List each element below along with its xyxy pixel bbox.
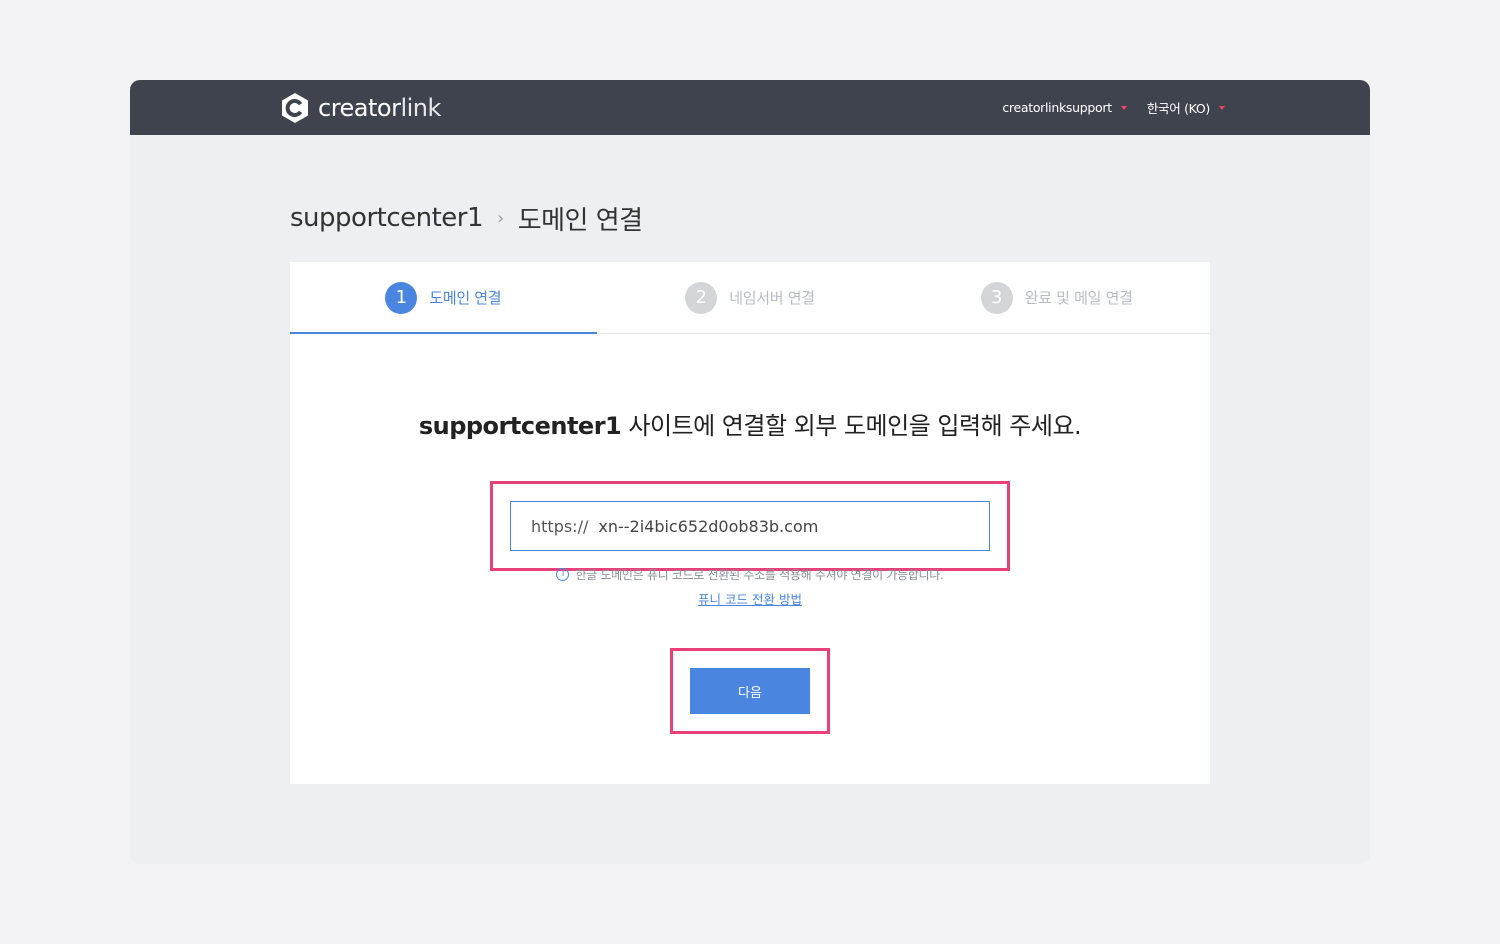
- step-tab-3[interactable]: 3 완료 및 메일 연결: [903, 262, 1210, 333]
- step-tabs: 1 도메인 연결 2 네임서버 연결 3 완료 및 메일 연결: [290, 262, 1210, 334]
- step-number-badge: 3: [980, 281, 1013, 314]
- step-tab-2[interactable]: 2 네임서버 연결: [597, 262, 904, 333]
- app-window: creatorlink creatorlinksupport 한국어 (KO) …: [130, 80, 1370, 864]
- info-icon: i: [556, 568, 570, 581]
- logo-text: creatorlink: [318, 94, 441, 122]
- instruction-heading: supportcenter1 사이트에 연결할 외부 도메인을 입력해 주세요.: [290, 406, 1210, 441]
- chevron-right-icon: ›: [497, 207, 504, 229]
- header-menus: creatorlinksupport 한국어 (KO): [1002, 80, 1225, 135]
- domain-input[interactable]: https:// xn--2i4bic652d0ob83b.com: [510, 501, 990, 551]
- breadcrumb: supportcenter1 › 도메인 연결: [290, 198, 643, 238]
- account-menu[interactable]: creatorlinksupport: [1002, 100, 1127, 115]
- language-label: 한국어 (KO): [1146, 101, 1210, 116]
- language-menu[interactable]: 한국어 (KO): [1147, 98, 1225, 117]
- step-number-badge: 2: [685, 281, 718, 314]
- punycode-notice: i 한글 도메인은 퓨니 코드로 전환된 주소를 적용해 주셔야 연결이 가능합…: [290, 566, 1210, 583]
- caret-down-icon: [1219, 105, 1225, 110]
- creatorlink-logo[interactable]: creatorlink: [280, 92, 441, 124]
- instruction-site-name: supportcenter1: [418, 412, 622, 440]
- notice-text: 한글 도메인은 퓨니 코드로 전환된 주소를 적용해 주셔야 연결이 가능합니다…: [575, 568, 944, 582]
- instruction-text: 사이트에 연결할 외부 도메인을 입력해 주세요.: [621, 412, 1082, 440]
- step-label: 완료 및 메일 연결: [1024, 289, 1133, 307]
- breadcrumb-site[interactable]: supportcenter1: [290, 203, 484, 233]
- page-title: 도메인 연결: [517, 205, 643, 236]
- caret-down-icon: [1120, 105, 1127, 110]
- step-label: 도메인 연결: [429, 289, 502, 307]
- step-tab-1[interactable]: 1 도메인 연결: [290, 262, 597, 334]
- input-protocol-prefix: https://: [531, 516, 589, 536]
- step-label: 네임서버 연결: [729, 289, 815, 307]
- domain-connect-card: 1 도메인 연결 2 네임서버 연결 3 완료 및 메일 연결 supportc…: [290, 262, 1210, 784]
- next-button[interactable]: 다음: [690, 668, 810, 714]
- step-number-badge: 1: [385, 281, 418, 314]
- punycode-guide-link[interactable]: 퓨니 코드 전환 방법: [290, 589, 1210, 608]
- account-name: creatorlinksupport: [1002, 100, 1112, 115]
- input-domain-value[interactable]: xn--2i4bic652d0ob83b.com: [598, 517, 818, 536]
- top-navigation-bar: creatorlink creatorlinksupport 한국어 (KO): [130, 80, 1370, 135]
- creatorlink-logo-icon: [282, 93, 308, 123]
